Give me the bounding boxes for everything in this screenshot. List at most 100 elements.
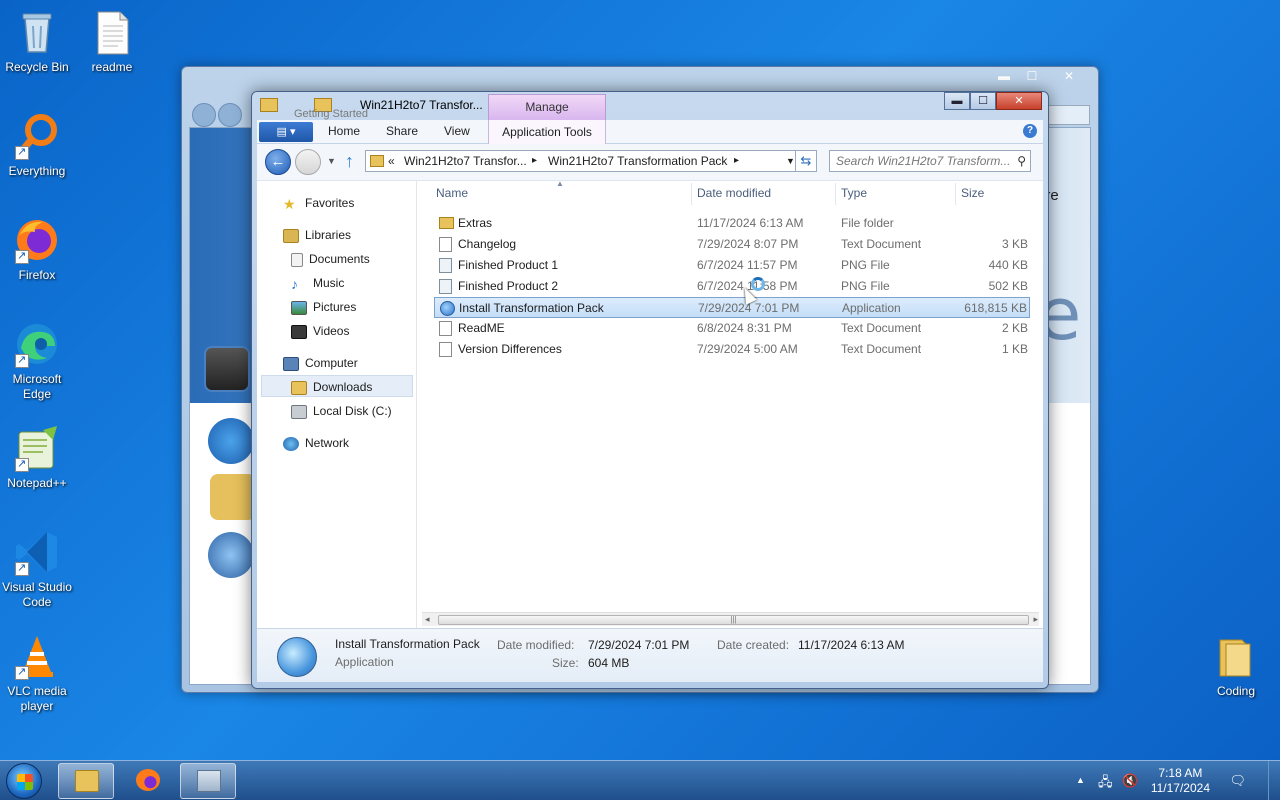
network-icon[interactable] xyxy=(208,418,254,464)
nav-downloads[interactable]: Downloads xyxy=(291,377,372,397)
column-header-date-modified[interactable]: Date modified xyxy=(697,186,771,200)
column-separator[interactable] xyxy=(955,183,956,205)
title-bar[interactable]: Getting Started Win21H2to7 Transfor... M… xyxy=(252,92,1048,120)
desktop-icon-readme[interactable]: readme xyxy=(75,8,149,75)
details-modified-label: Date modified: xyxy=(497,638,575,652)
scrollbar-thumb[interactable]: ||| xyxy=(438,615,1029,625)
file-date: 7/29/2024 5:00 AM xyxy=(697,342,798,356)
breadcrumb-separator[interactable]: ▸ xyxy=(532,151,537,171)
file-row-readme[interactable]: ReadME 6/8/2024 8:31 PM Text Document 2 … xyxy=(434,318,1030,339)
file-list[interactable]: ▲ Name Date modified Type Size Extras 11… xyxy=(418,179,1043,628)
desktop-icon-everything[interactable]: Everything xyxy=(0,112,74,179)
nav-label: Music xyxy=(313,276,345,290)
file-menu-button[interactable]: ▤ ▾ xyxy=(259,122,313,142)
file-row-finished-product-2[interactable]: Finished Product 2 6/7/2024 11:58 PM PNG… xyxy=(434,276,1030,297)
close-button[interactable]: ✕ xyxy=(1046,69,1092,85)
file-date: 11/17/2024 6:13 AM xyxy=(697,216,804,230)
file-size: 502 KB xyxy=(988,279,1028,293)
volume-muted-icon[interactable]: 🔇 xyxy=(1122,773,1138,789)
monitor-icon[interactable] xyxy=(204,346,250,392)
search-input[interactable]: Search Win21H2to7 Transform... ⚲ xyxy=(829,150,1031,172)
file-date: 7/29/2024 8:07 PM xyxy=(697,237,799,251)
nav-label: Network xyxy=(305,436,350,450)
close-button[interactable]: ✕ xyxy=(996,92,1042,110)
show-desktop-button[interactable] xyxy=(1268,761,1280,800)
maximize-button[interactable]: ☐ xyxy=(970,92,996,110)
desktop-icon-firefox[interactable]: Firefox xyxy=(0,216,74,283)
file-row-changelog[interactable]: Changelog 7/29/2024 8:07 PM Text Documen… xyxy=(434,234,1030,255)
address-bar[interactable]: « Win21H2to7 Transfor... ▸ Win21H2to7 Tr… xyxy=(365,150,805,172)
back-arrow-icon[interactable] xyxy=(192,103,216,127)
file-row-extras[interactable]: Extras 11/17/2024 6:13 AM File folder xyxy=(434,213,1030,234)
column-separator[interactable] xyxy=(835,183,836,205)
downloads-folder-icon xyxy=(291,380,307,395)
network-icon[interactable]: 🖧 xyxy=(1098,773,1113,795)
start-button[interactable] xyxy=(6,763,42,799)
show-hidden-icons-button[interactable]: ▲ xyxy=(1076,775,1085,785)
nav-documents[interactable]: Documents xyxy=(291,249,370,269)
sort-ascending-icon: ▲ xyxy=(556,179,564,188)
desktop-icon-edge[interactable]: Microsoft Edge xyxy=(0,320,74,402)
taskbar-installer[interactable] xyxy=(180,763,236,799)
back-button[interactable]: ← xyxy=(265,149,291,175)
taskbar-file-explorer[interactable] xyxy=(58,763,114,799)
desktop-icon-vlc[interactable]: VLC media player xyxy=(0,632,74,714)
navigation-pane[interactable]: ★ Favorites Libraries Documents ♪ Music Pi… xyxy=(257,181,417,628)
tab-application-tools[interactable]: Application Tools xyxy=(488,120,606,144)
breadcrumb-separator[interactable]: ▸ xyxy=(734,151,739,171)
shortcut-arrow-icon xyxy=(15,561,29,576)
nav-label: Downloads xyxy=(313,380,373,394)
address-dropdown-icon[interactable]: ▼ xyxy=(786,151,795,171)
nav-network[interactable]: Network xyxy=(283,433,349,453)
nav-libraries[interactable]: Libraries xyxy=(283,225,351,245)
tab-share[interactable]: Share xyxy=(386,124,418,138)
nav-computer[interactable]: Computer xyxy=(283,353,358,373)
desktop-icon-vscode[interactable]: Visual Studio Code xyxy=(0,528,74,610)
nav-music[interactable]: ♪ Music xyxy=(291,273,344,293)
desktop-icon-notepadpp[interactable]: Notepad++ xyxy=(0,424,74,491)
backup-folder-icon[interactable] xyxy=(210,474,256,520)
tab-home[interactable]: Home xyxy=(328,124,360,138)
explorer-window[interactable]: Getting Started Win21H2to7 Transfor... M… xyxy=(251,91,1049,689)
file-row-finished-product-1[interactable]: Finished Product 1 6/7/2024 11:57 PM PNG… xyxy=(434,255,1030,276)
breadcrumb-item[interactable]: Win21H2to7 Transfor... xyxy=(404,151,527,171)
horizontal-scrollbar[interactable]: ◂ ||| ▸ xyxy=(422,612,1039,626)
breadcrumb-overflow[interactable]: « xyxy=(388,151,395,171)
column-header-size[interactable]: Size xyxy=(961,186,984,200)
scroll-left-icon[interactable]: ◂ xyxy=(425,614,430,625)
minimize-button[interactable]: ▬ xyxy=(990,69,1018,85)
column-header-name[interactable]: Name xyxy=(436,186,468,200)
window-title: Win21H2to7 Transfor... xyxy=(360,98,483,112)
breadcrumb-item[interactable]: Win21H2to7 Transformation Pack xyxy=(548,151,727,171)
folder-icon xyxy=(439,217,454,229)
column-separator[interactable] xyxy=(691,183,692,205)
nav-videos[interactable]: Videos xyxy=(291,321,349,341)
forward-button[interactable] xyxy=(295,149,321,175)
taskbar-firefox[interactable] xyxy=(120,763,176,799)
maximize-button[interactable]: ☐ xyxy=(1018,69,1046,85)
desktop-icon-coding[interactable]: Coding xyxy=(1199,632,1273,699)
minimize-button[interactable]: ▬ xyxy=(944,92,970,110)
nav-pictures[interactable]: Pictures xyxy=(291,297,356,317)
nav-local-disk[interactable]: Local Disk (C:) xyxy=(291,401,392,421)
details-size-value: 604 MB xyxy=(588,656,630,670)
scroll-right-icon[interactable]: ▸ xyxy=(1033,614,1038,625)
details-file-kind: Application xyxy=(335,655,394,669)
forward-arrow-icon[interactable] xyxy=(218,103,242,127)
nav-favorites[interactable]: ★ Favorites xyxy=(283,193,354,213)
sync-icon[interactable] xyxy=(208,532,254,578)
file-row-install-transformation-pack[interactable]: Install Transformation Pack 7/29/2024 7:… xyxy=(434,297,1030,318)
file-row-version-differences[interactable]: Version Differences 7/29/2024 5:00 AM Te… xyxy=(434,339,1030,360)
clock[interactable]: 7:18 AM 11/17/2024 xyxy=(1151,766,1210,796)
tab-view[interactable]: View xyxy=(444,124,470,138)
desktop-icon-recycle-bin[interactable]: Recycle Bin xyxy=(0,8,74,75)
refresh-button[interactable]: ⇆ xyxy=(795,150,817,172)
up-button[interactable]: ↑ xyxy=(345,151,354,172)
help-icon[interactable]: ? xyxy=(1023,124,1037,138)
column-header-type[interactable]: Type xyxy=(841,186,867,200)
recent-locations-dropdown[interactable]: ▼ xyxy=(327,156,336,166)
file-name: Version Differences xyxy=(458,342,562,356)
folder-icon xyxy=(370,155,384,167)
nav-label: Documents xyxy=(309,252,370,266)
notifications-icon[interactable]: 🗨 xyxy=(1229,773,1246,789)
